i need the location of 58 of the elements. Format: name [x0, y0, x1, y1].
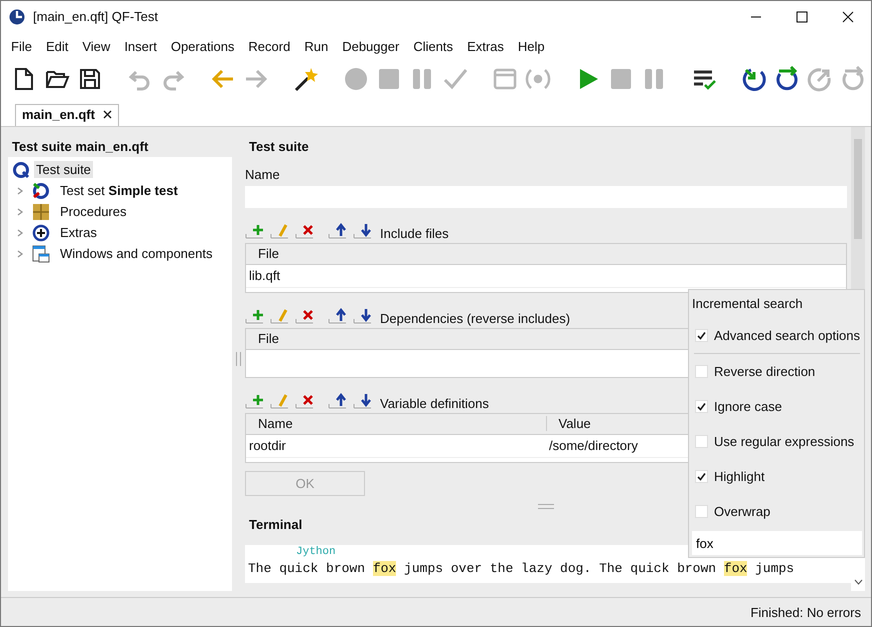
save-tool-icon[interactable] — [77, 66, 103, 92]
checkbox[interactable] — [695, 505, 708, 518]
checkbox[interactable] — [695, 329, 708, 342]
status-text: Finished: No errors — [750, 604, 861, 620]
field-label: Name — [245, 166, 281, 184]
menu-item[interactable]: Operations — [164, 38, 242, 54]
stepin-tool-icon[interactable] — [741, 66, 767, 92]
table-cell: lib.qft — [249, 268, 280, 284]
app-logo-icon — [9, 8, 25, 24]
option-label[interactable]: Overwrap — [714, 504, 770, 519]
popup-title: Incremental search — [692, 296, 804, 313]
table-label: Variable definitions — [380, 396, 489, 411]
close-tab-icon[interactable] — [102, 110, 112, 119]
stepover-tool-icon[interactable] — [774, 66, 800, 92]
wand-tool-icon[interactable] — [293, 66, 319, 92]
option-label[interactable]: Use regular expressions — [714, 434, 854, 449]
checkbox[interactable] — [695, 365, 708, 378]
plus-circle-icon — [32, 224, 50, 242]
window-title: [main_en.qft] QF-Test — [33, 9, 158, 24]
option-label[interactable]: Advanced search options — [714, 328, 860, 343]
menu-item[interactable]: Help — [510, 38, 552, 54]
procedures-icon — [32, 202, 50, 220]
tree-item[interactable]: Test suite — [34, 161, 93, 178]
checkbox[interactable] — [695, 400, 708, 413]
suite-q-icon — [12, 160, 30, 178]
table-label: Include files — [380, 226, 449, 241]
windows-icon — [32, 244, 50, 262]
checkbox[interactable] — [695, 435, 708, 448]
tree-item[interactable]: Test set Simple test — [58, 182, 180, 199]
menu-item[interactable]: Insert — [117, 38, 164, 54]
test-set-icon — [32, 182, 50, 200]
menu-item[interactable]: File — [4, 38, 39, 54]
maximize-icon[interactable] — [796, 10, 808, 22]
option-label[interactable]: Highlight — [714, 469, 765, 484]
option-label[interactable]: Ignore case — [714, 399, 782, 414]
menu-item[interactable]: Debugger — [335, 38, 406, 54]
table-cell: /some/directory — [549, 438, 638, 454]
scroll-down-icon[interactable] — [854, 579, 862, 585]
terminal-title: Terminal — [249, 517, 302, 532]
menu-item[interactable]: Extras — [460, 38, 511, 54]
menu-item[interactable]: Clients — [406, 38, 460, 54]
tree-item[interactable]: Procedures — [58, 203, 128, 220]
file-tab[interactable]: main_en.qft — [15, 104, 119, 126]
tree-item[interactable]: Extras — [58, 224, 99, 241]
tree-item[interactable]: Windows and components — [58, 245, 214, 262]
menu-item[interactable]: Record — [241, 38, 298, 54]
detail-title: Test suite — [248, 138, 310, 156]
column-header[interactable]: Name — [246, 416, 546, 432]
option-label[interactable]: Reverse direction — [714, 364, 816, 379]
menu-item[interactable]: View — [75, 38, 118, 54]
close-icon[interactable] — [842, 10, 854, 22]
scrollbar-thumb[interactable] — [854, 139, 862, 239]
tree-title: Test suite main_en.qft — [11, 138, 150, 156]
menu-item[interactable]: Run — [297, 38, 336, 54]
table-cell: rootdir — [249, 438, 286, 454]
checkbox[interactable] — [695, 470, 708, 483]
table-label: Dependencies (reverse includes) — [380, 310, 570, 326]
menu-item[interactable]: Edit — [38, 38, 76, 54]
